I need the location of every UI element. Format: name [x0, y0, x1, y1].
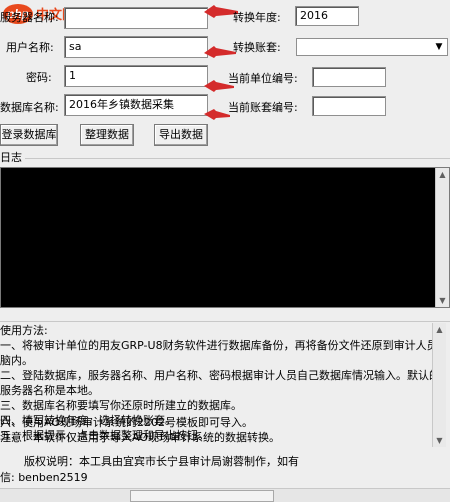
- log-group-border: [0, 158, 450, 159]
- help-line: 服务器名称是本地。: [0, 384, 99, 397]
- copyright-text: 版权说明：本工具由宜宾市长宁县审计局谢蓉制作，如有: [24, 455, 299, 468]
- db-name-input[interactable]: 2016年乡镇数据采集: [64, 94, 208, 116]
- current-unit-no-label: 当前单位编号:: [228, 72, 298, 85]
- convert-account-select[interactable]: ▼: [296, 38, 448, 56]
- help-scrollbar[interactable]: ▲ ▼: [432, 323, 446, 447]
- user-name-input[interactable]: sa: [64, 36, 208, 58]
- contact-text: 信: benben2519: [0, 471, 88, 484]
- help-line: 脑内。: [0, 354, 33, 367]
- organize-data-button[interactable]: 整理数据: [80, 124, 134, 146]
- log-label: 日志: [0, 151, 25, 165]
- password-input[interactable]: 1: [64, 65, 208, 87]
- help-divider: [0, 321, 450, 322]
- current-account-no-label: 当前账套编号:: [228, 101, 298, 114]
- current-unit-no-input[interactable]: [312, 67, 386, 87]
- help-line: 三、数据库名称要填写你还原时所建立的数据库。: [0, 399, 242, 412]
- scroll-down-icon[interactable]: ▼: [436, 294, 449, 307]
- convert-year-label: 转换年度:: [233, 11, 281, 24]
- login-db-button[interactable]: 登录数据库: [0, 124, 58, 146]
- export-data-button[interactable]: 导出数据: [154, 124, 208, 146]
- arrow-user: [204, 46, 236, 58]
- scroll-down-icon[interactable]: ▼: [433, 434, 446, 447]
- arrow-db: [204, 109, 230, 120]
- db-name-label: 数据库名称:: [0, 101, 59, 114]
- scroll-up-icon[interactable]: ▲: [436, 168, 449, 181]
- help-line: 一、将被审计单位的用友GRP-U8财务软件进行数据库备份，再将备份文件还原到审计…: [0, 339, 432, 352]
- help-line: 六、使用AO现场审计系统的2202号模板即可导入。: [0, 416, 253, 429]
- chevron-down-icon[interactable]: ▼: [433, 41, 445, 53]
- help-note: 注意：本软件仅适用于导入AO现场审计系统的数据转换。: [0, 431, 280, 444]
- server-name-input[interactable]: [64, 7, 208, 29]
- server-name-label: 服务器名称:: [0, 11, 59, 24]
- password-label: 密码:: [26, 71, 52, 84]
- log-area[interactable]: ▲ ▼: [0, 167, 450, 308]
- scroll-up-icon[interactable]: ▲: [433, 323, 446, 336]
- help-line: 使用方法:: [0, 324, 48, 337]
- status-panel: [130, 490, 274, 502]
- log-scrollbar[interactable]: ▲ ▼: [435, 168, 449, 307]
- convert-year-input[interactable]: 2016: [295, 6, 359, 26]
- convert-account-label: 转换账套:: [233, 41, 281, 54]
- current-account-no-input[interactable]: [312, 96, 386, 116]
- help-line: 二、登陆数据库，服务器名称、用户名称、密码根据审计人员自己数据库情况输入。默认的: [0, 369, 432, 382]
- user-name-label: 用户名称:: [6, 41, 54, 54]
- status-bar: [0, 488, 450, 502]
